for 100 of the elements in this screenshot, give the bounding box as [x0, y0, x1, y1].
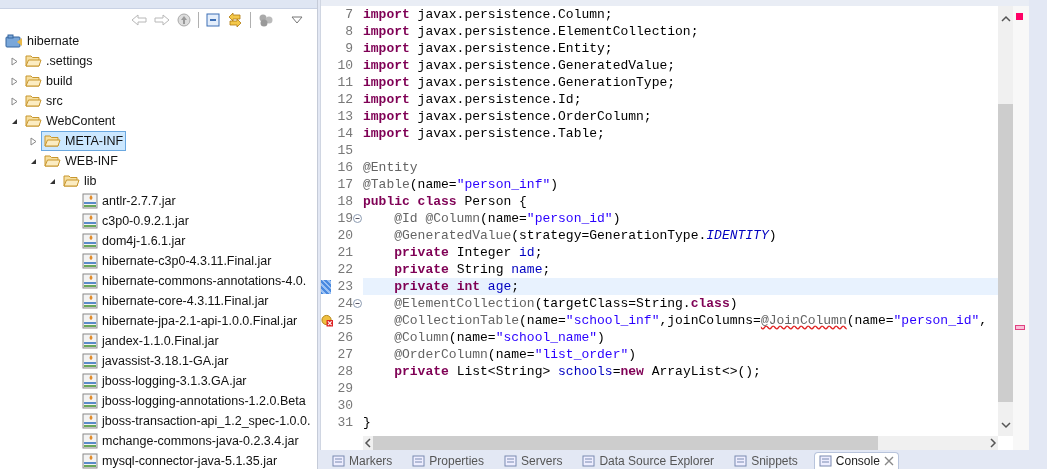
tab-label: Properties: [429, 454, 485, 468]
panel-tab[interactable]: Servers: [500, 453, 567, 469]
folder-icon: [25, 54, 42, 68]
jar-icon: [82, 213, 98, 229]
scroll-up-icon[interactable]: [1000, 14, 1011, 24]
fold-icon[interactable]: [353, 299, 362, 308]
jar-icon: [82, 393, 98, 409]
code-text: import javax.persistence.Table;: [363, 126, 605, 141]
folder-icon: [44, 134, 61, 148]
jar-icon: [82, 273, 98, 289]
line-number: 26: [336, 330, 353, 345]
jar-icon: [82, 293, 98, 309]
code-text: @OrderColumn(name="list_order"): [393, 347, 637, 362]
jar-icon: [82, 333, 98, 349]
tree-item[interactable]: mchange-commons-java-0.2.3.4.jar: [79, 431, 302, 451]
line-number: 18: [336, 194, 353, 209]
tree-item[interactable]: c3p0-0.9.2.1.jar: [79, 211, 192, 231]
scroll-right-icon[interactable]: [988, 438, 998, 448]
tree-item[interactable]: hibernate: [2, 31, 83, 51]
tree-item[interactable]: lib: [60, 171, 100, 191]
tree-item[interactable]: dom4j-1.6.1.jar: [79, 231, 189, 251]
line-number: 15: [336, 143, 353, 158]
code-text: @ElementCollection(targetClass=String.class): [393, 296, 738, 311]
line-number: 20: [336, 228, 353, 243]
panel-tab[interactable]: Properties: [408, 453, 489, 469]
tab-label: Snippets: [751, 454, 798, 468]
code-text: import javax.persistence.Column;: [363, 7, 613, 22]
jar-icon: [82, 373, 98, 389]
change-marker: [321, 279, 331, 294]
horizontal-scrollbar[interactable]: [363, 436, 998, 450]
scroll-down-icon[interactable]: [1000, 420, 1011, 430]
jar-icon: [82, 233, 98, 249]
tab-label: Servers: [521, 454, 563, 468]
line-number: 21: [336, 245, 353, 260]
filter-icon[interactable]: [258, 13, 274, 27]
line-number: 12: [336, 92, 353, 107]
collapsed-arrow-icon[interactable]: [10, 56, 19, 66]
scroll-left-icon[interactable]: [363, 438, 373, 448]
tree-item[interactable]: jboss-logging-3.1.3.GA.jar: [79, 371, 250, 391]
tree-item[interactable]: hibernate-c3p0-4.3.11.Final.jar: [79, 251, 275, 271]
error-marker[interactable]: [1015, 325, 1025, 330]
code-text: private int age;: [393, 279, 520, 294]
code-text: import javax.persistence.OrderColumn;: [363, 109, 652, 124]
code-text: @Id @Column(name="person_id"): [393, 211, 621, 226]
tree-item[interactable]: src: [22, 91, 66, 111]
code-text: @Column(name="school_name"): [393, 330, 605, 345]
line-number: 17: [336, 177, 353, 192]
folder-icon: [63, 174, 80, 188]
panel-tab[interactable]: Markers: [328, 453, 397, 469]
code-text: @Table(name="person_inf"): [363, 177, 559, 192]
tree-item[interactable]: hibernate-commons-annotations-4.0.: [79, 271, 310, 291]
line-number: 24: [336, 296, 353, 311]
close-icon[interactable]: [883, 456, 894, 466]
code-text: private String name;: [393, 262, 551, 277]
panel-tab[interactable]: Data Source Explorer: [578, 453, 719, 469]
panel-tab[interactable]: Console: [813, 452, 899, 469]
collapsed-arrow-icon[interactable]: [29, 136, 38, 146]
line-number: 13: [336, 109, 353, 124]
code-text: import javax.persistence.Entity;: [363, 41, 613, 56]
fold-icon[interactable]: [353, 214, 362, 223]
tree-item[interactable]: javassist-3.18.1-GA.jar: [79, 351, 232, 371]
collapsed-arrow-icon[interactable]: [10, 96, 19, 106]
tree-item[interactable]: WebContent: [22, 111, 119, 131]
folder-icon: [44, 154, 61, 168]
code-text: public class Person {: [363, 194, 527, 209]
tree-item[interactable]: hibernate-core-4.3.11.Final.jar: [79, 291, 272, 311]
collapsed-arrow-icon[interactable]: [10, 76, 19, 86]
code-text: }: [363, 415, 371, 430]
line-number: 8: [344, 24, 353, 39]
vertical-scrollbar[interactable]: [998, 6, 1013, 436]
tree-item[interactable]: antlr-2.7.7.jar: [79, 191, 179, 211]
jar-icon: [82, 353, 98, 369]
code-text: private List<String> schools=new ArrayList<>();: [393, 364, 761, 379]
line-number: 11: [336, 75, 353, 90]
jar-icon: [82, 313, 98, 329]
view-menu-icon[interactable]: [291, 16, 303, 24]
collapse-all-icon[interactable]: [206, 13, 220, 27]
tree-item[interactable]: jboss-logging-annotations-1.2.0.Beta: [79, 391, 309, 411]
tree-item[interactable]: hibernate-jpa-2.1-api-1.0.0.Final.jar: [79, 311, 301, 331]
tab-label: Console: [835, 454, 880, 468]
jar-icon: [82, 253, 98, 269]
line-number: 31: [336, 415, 353, 430]
code-text: private Integer id;: [393, 245, 543, 260]
line-number: 10: [336, 58, 353, 73]
tree-item[interactable]: WEB-INF: [41, 151, 121, 171]
tree-item[interactable]: mysql-connector-java-5.1.35.jar: [79, 451, 281, 469]
up-icon[interactable]: [177, 13, 191, 27]
line-number: 28: [336, 364, 353, 379]
panel-tab[interactable]: Snippets: [730, 453, 802, 469]
code-text: import javax.persistence.GenerationType;: [363, 75, 676, 90]
line-number: 29: [336, 381, 353, 396]
tree-item[interactable]: build: [22, 71, 76, 91]
line-number: 9: [344, 41, 353, 56]
tree-item[interactable]: .settings: [22, 51, 96, 71]
code-text: @GeneratedValue(strategy=GenerationType.IDENTITY): [393, 228, 777, 243]
tree-item[interactable]: jboss-transaction-api_1.2_spec-1.0.0.: [79, 411, 314, 431]
tab-label: Markers: [349, 454, 393, 468]
tree-item[interactable]: META-INF: [41, 131, 127, 151]
link-icon[interactable]: [227, 12, 243, 28]
tree-item[interactable]: jandex-1.1.0.Final.jar: [79, 331, 222, 351]
